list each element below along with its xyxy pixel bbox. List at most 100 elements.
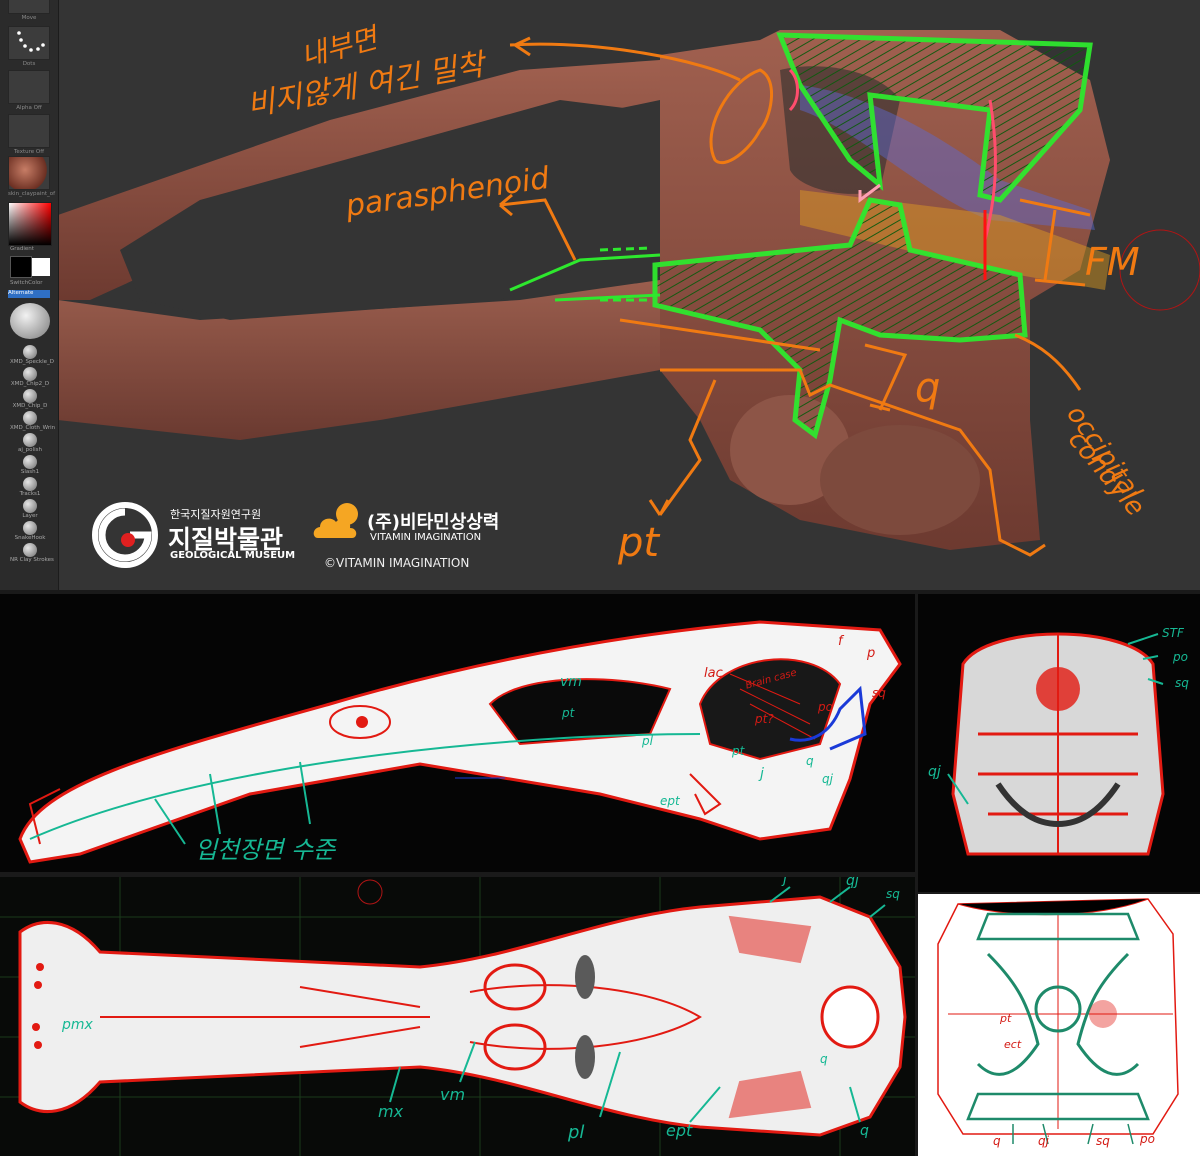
color-picker[interactable] — [8, 202, 52, 246]
annotation-fm: FM — [1085, 240, 1140, 284]
brush-layer[interactable]: Layer — [10, 499, 50, 519]
posterior-view-panel: STF po sq qj — [918, 594, 1200, 892]
vitamin-imagination-logo: (주)비타민상상력 VITAMIN IMAGINATION ©VITAMIN I… — [312, 500, 532, 575]
label-pt: pt — [1000, 1012, 1012, 1025]
label-mx: mx — [378, 1102, 404, 1121]
label-ept: ept — [666, 1121, 693, 1140]
brush-icon — [23, 543, 37, 557]
vitamin-name-english: VITAMIN IMAGINATION — [370, 532, 482, 543]
label-sq: sq — [1096, 1134, 1110, 1148]
material-sphere-icon — [8, 156, 50, 190]
label-f: f — [838, 634, 843, 649]
dots-stroke-icon — [8, 26, 50, 60]
museum-name-english: GEOLOGICAL MUSEUM — [170, 550, 296, 561]
geological-museum-logo: 한국지질자원연구원 지질박물관 GEOLOGICAL MUSEUM — [90, 500, 330, 570]
brush-icon — [23, 477, 37, 491]
zbrush-viewport[interactable]: 내부면 비지않게 여긴 밀착 parasphenoid FM q occipit… — [0, 0, 1200, 590]
brush-tracks1[interactable]: Tracks1 — [10, 477, 50, 497]
brush-xmd-speckle[interactable]: XMD_Speckle_D — [10, 345, 54, 365]
tool-label: skin_claypaint_of — [8, 191, 56, 197]
label-vm: vm — [560, 674, 582, 690]
brush-xmd-chip2[interactable]: XMD_Chip2_D — [10, 367, 50, 387]
brush-slash1[interactable]: Slash1 — [10, 455, 50, 475]
brush-snakehook[interactable]: SnakeHook — [10, 521, 50, 541]
dorsal-skull-sketch — [937, 898, 1179, 1145]
brush-label: Tracks1 — [19, 491, 41, 497]
label-vm: vm — [440, 1085, 466, 1104]
dorsal-sketch-panel: pt ect q qj sq po — [918, 894, 1200, 1156]
texture-tool[interactable]: Texture Off — [8, 114, 50, 155]
label-j: j — [760, 766, 764, 782]
zbrush-left-shelf: Move Dots Alpha Off Texture Off skin_cla… — [0, 0, 59, 590]
move-brush-tool[interactable]: Move — [8, 0, 50, 21]
texture-icon — [8, 114, 50, 148]
move-brush-icon — [8, 0, 50, 14]
label-ect: ect — [1004, 1038, 1022, 1051]
lateral-skull-drawing — [18, 620, 902, 864]
material-tool[interactable]: skin_claypaint_of — [8, 156, 56, 197]
tool-label: Texture Off — [13, 149, 44, 155]
stroke-tool[interactable]: Dots — [8, 26, 50, 67]
brush-label: XMD_Chip2_D — [10, 381, 50, 387]
brush-icon — [23, 499, 37, 513]
label-pt-upper: pt — [562, 706, 575, 720]
brush-label: Layer — [22, 513, 38, 519]
brush-label: SnakeHook — [14, 535, 46, 541]
alpha-icon — [8, 70, 50, 104]
label-po: po — [1140, 1132, 1155, 1146]
label-qj: qj — [822, 772, 833, 786]
label-p: p — [867, 646, 876, 661]
label-po: po — [818, 700, 833, 714]
brush-xmd-chip[interactable]: XMD_Chip_D — [10, 389, 50, 409]
label-pl: pl — [642, 734, 653, 748]
label-q: q — [820, 1052, 828, 1066]
secondary-color-swatch[interactable] — [32, 258, 50, 276]
switch-color-button[interactable]: SwitchColor — [10, 280, 43, 286]
alpha-tool[interactable]: Alpha Off — [8, 70, 50, 111]
active-brush-icon[interactable] — [10, 303, 50, 339]
label-qj: qj — [846, 877, 859, 889]
dots-icon — [17, 31, 45, 52]
annotation-pt: pt — [618, 520, 660, 566]
label-lac: lac — [704, 666, 723, 681]
gradient-label: Gradient — [10, 246, 34, 252]
brush-icon — [23, 521, 37, 535]
museum-emblem-icon — [92, 502, 158, 568]
label-sq: sq — [886, 887, 900, 901]
brush-xmd-cloth[interactable]: XMD_Cloth_Wrin — [10, 411, 56, 431]
brush-label: XMD_Chip_D — [12, 403, 48, 409]
label-pl: pl — [568, 1122, 585, 1143]
label-j: j — [783, 877, 787, 887]
brush-label: Slash1 — [20, 469, 40, 475]
label-po: po — [1173, 650, 1188, 664]
brush-icon — [23, 367, 37, 381]
brush-label: aj_polish — [18, 447, 42, 453]
alternate-button[interactable]: Alternate — [8, 290, 50, 298]
brush-icon — [23, 455, 37, 469]
tool-label: Move — [21, 15, 37, 21]
label-pt-lower: pt — [732, 744, 745, 758]
brush-icon — [23, 389, 37, 403]
brush-nr-clay-strokes[interactable]: NR Clay Strokes — [10, 543, 54, 563]
label-pt-question: pt? — [755, 712, 774, 726]
copyright-text: ©VITAMIN IMAGINATION — [324, 556, 470, 570]
label-palate-note: 입천장면 수준 — [195, 836, 336, 864]
main-color-swatch[interactable] — [10, 256, 32, 278]
brush-label: XMD_Speckle_D — [10, 359, 54, 365]
tool-label: Alpha Off — [16, 105, 42, 111]
vitamin-name-korean: (주)비타민상상력 — [367, 512, 500, 533]
brush-aj-polish[interactable]: aj_polish — [10, 433, 50, 453]
label-ept: ept — [660, 794, 680, 808]
label-q: q — [806, 754, 814, 768]
brush-icon — [23, 433, 37, 447]
label-pmx: pmx — [62, 1017, 93, 1033]
label-qj: qj — [1038, 1134, 1049, 1148]
brush-label: XMD_Cloth_Wrin — [10, 425, 56, 431]
cloud-lightbulb-icon — [313, 503, 358, 538]
annotation-q: q — [915, 365, 941, 411]
ventral-skull-drawing — [0, 877, 915, 1156]
brush-icon — [23, 345, 37, 359]
label-sq: sq — [1175, 676, 1189, 690]
label-stf: STF — [1162, 626, 1184, 640]
posterior-skull-drawing — [947, 632, 1165, 856]
